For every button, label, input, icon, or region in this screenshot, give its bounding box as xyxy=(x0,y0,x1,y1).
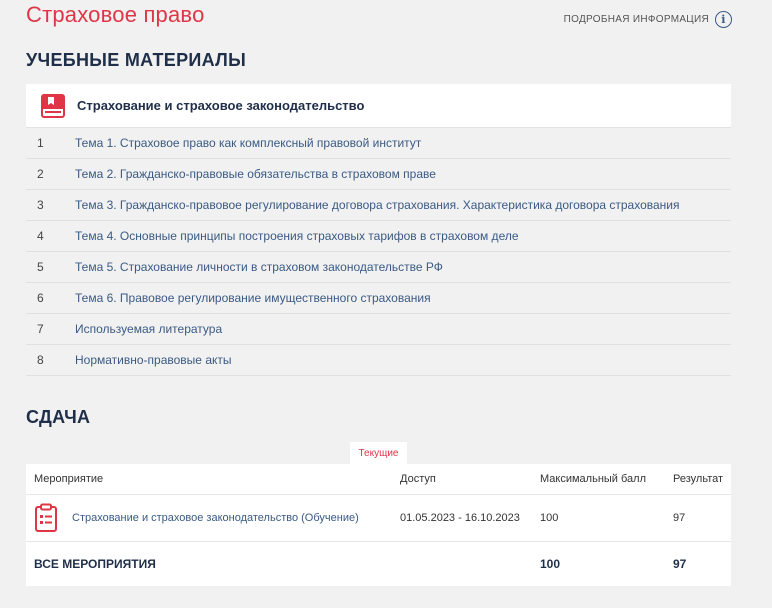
material-link[interactable]: Тема 2. Гражданско-правовые обязательств… xyxy=(75,167,436,181)
material-link[interactable]: Используемая литература xyxy=(75,322,222,336)
course-header: Страхование и страховое законодательство xyxy=(26,84,731,128)
table-header: Мероприятие Доступ Максимальный балл Рез… xyxy=(26,464,731,495)
material-item[interactable]: 4 Тема 4. Основные принципы построения с… xyxy=(26,221,731,252)
material-number: 2 xyxy=(37,167,44,181)
material-item[interactable]: 6 Тема 6. Правовое регулирование имущест… xyxy=(26,283,731,314)
total-result: 97 xyxy=(673,557,687,571)
material-number: 3 xyxy=(37,198,44,212)
material-item[interactable]: 2 Тема 2. Гражданско-правовые обязательс… xyxy=(26,159,731,190)
material-item[interactable]: 5 Тема 5. Страхование личности в страхов… xyxy=(26,252,731,283)
tab-current[interactable]: Текущие xyxy=(350,442,407,464)
materials-panel: Страхование и страховое законодательство… xyxy=(26,84,731,376)
material-item[interactable]: 7 Используемая литература xyxy=(26,314,731,345)
material-number: 4 xyxy=(37,229,44,243)
material-link[interactable]: Нормативно-правовые акты xyxy=(75,353,232,367)
table-row: Страхование и страховое законодательство… xyxy=(26,495,731,542)
material-number: 1 xyxy=(37,136,44,150)
material-number: 6 xyxy=(37,291,44,305)
column-header-max-score: Максимальный балл xyxy=(540,473,646,485)
total-row: ВСЕ МЕРОПРИЯТИЯ 100 97 xyxy=(26,542,731,586)
course-title: Страхование и страховое законодательство xyxy=(77,98,365,113)
column-header-event: Мероприятие xyxy=(34,473,104,485)
book-icon xyxy=(41,93,65,118)
access-cell: 01.05.2023 - 16.10.2023 xyxy=(400,512,520,524)
result-cell: 97 xyxy=(673,512,686,524)
material-link[interactable]: Тема 6. Правовое регулирование имуществе… xyxy=(75,291,431,305)
details-link[interactable]: ПОДРОБНАЯ ИНФОРМАЦИЯ i xyxy=(564,11,732,28)
material-number: 7 xyxy=(37,322,44,336)
exam-section-title: СДАЧА xyxy=(26,407,91,427)
material-link[interactable]: Тема 1. Страховое право как комплексный … xyxy=(75,136,421,150)
max-score-cell: 100 xyxy=(540,512,559,524)
material-item[interactable]: 1 Тема 1. Страховое право как комплексны… xyxy=(26,128,731,159)
total-label: ВСЕ МЕРОПРИЯТИЯ xyxy=(34,557,156,571)
page-title: Страховое право xyxy=(26,2,205,27)
clipboard-list-icon xyxy=(35,503,57,532)
info-icon: i xyxy=(715,11,732,28)
materials-section-title: УЧЕБНЫЕ МАТЕРИАЛЫ xyxy=(26,50,247,70)
column-header-access: Доступ xyxy=(400,473,436,485)
column-header-result: Результат xyxy=(673,473,724,485)
material-item[interactable]: 3 Тема 3. Гражданско-правовое регулирова… xyxy=(26,190,731,221)
exam-table: Мероприятие Доступ Максимальный балл Рез… xyxy=(26,464,731,586)
material-number: 8 xyxy=(37,353,44,367)
material-link[interactable]: Тема 5. Страхование личности в страховом… xyxy=(75,260,443,274)
material-number: 5 xyxy=(37,260,44,274)
total-max-score: 100 xyxy=(540,557,561,571)
details-link-label: ПОДРОБНАЯ ИНФОРМАЦИЯ xyxy=(563,14,709,25)
material-link[interactable]: Тема 4. Основные принципы построения стр… xyxy=(75,229,519,243)
event-cell: Страхование и страховое законодательство… xyxy=(26,503,400,533)
event-link[interactable]: Страхование и страховое законодательство… xyxy=(72,512,359,524)
material-link[interactable]: Тема 3. Гражданско-правовое регулировани… xyxy=(75,198,680,212)
material-item[interactable]: 8 Нормативно-правовые акты xyxy=(26,345,731,376)
